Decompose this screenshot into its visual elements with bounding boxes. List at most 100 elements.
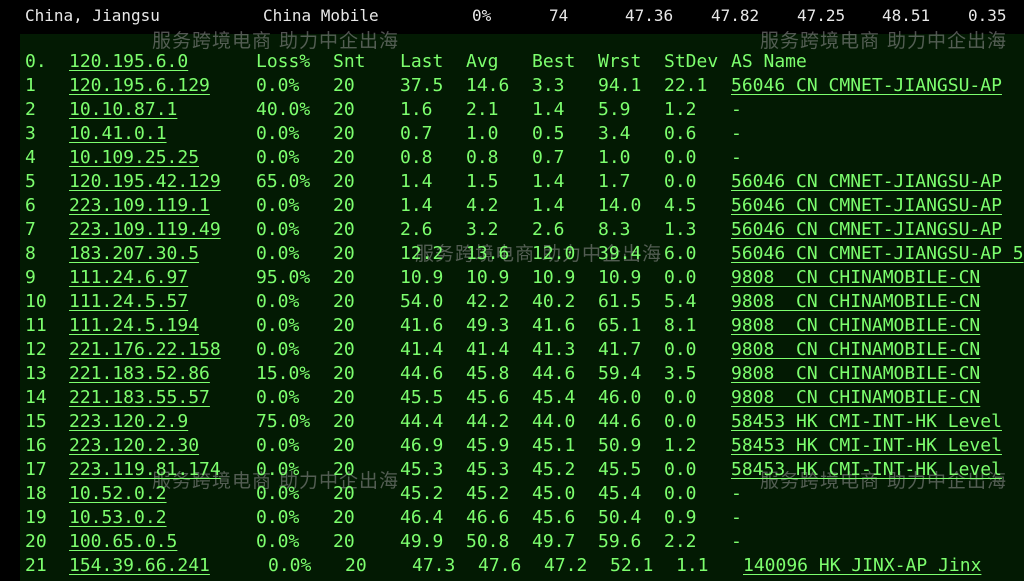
hop-last: 44.4 <box>400 411 444 432</box>
hop-avg: 1.5 <box>466 171 499 192</box>
hop-snt: 20 <box>333 435 355 456</box>
summary-best: 47.25 <box>797 6 846 25</box>
hop-host-link[interactable]: 221.183.55.57 <box>69 386 210 410</box>
hop-host-link[interactable]: 111.24.5.57 <box>69 290 188 314</box>
hop-host-link[interactable]: 120.195.6.129 <box>69 74 210 98</box>
hop-number: 19 <box>25 507 47 528</box>
hop-loss: 95.0% <box>256 267 311 288</box>
hop-host-link[interactable]: 221.183.52.86 <box>69 362 210 386</box>
hop-as-name-link[interactable]: 9808 CN CHINAMOBILE-CN <box>731 290 980 314</box>
hop-wrst: 44.6 <box>598 411 642 432</box>
hop-host-link[interactable]: 111.24.5.194 <box>69 314 199 338</box>
hop-as-name-link[interactable]: 56046 CN CMNET-JIANGSU-AP <box>731 170 1002 194</box>
hop-last: 37.5 <box>400 75 444 96</box>
hop-avg: 45.6 <box>466 387 510 408</box>
hop-as-name-link[interactable]: 9808 CN CHINAMOBILE-CN <box>731 314 980 338</box>
hop-last: 0.7 <box>400 123 433 144</box>
hop-as-name-link[interactable]: 56046 CN CMNET-JIANGSU-AP <box>731 74 1002 98</box>
hop-host-link[interactable]: 10.41.0.1 <box>69 122 167 146</box>
hop-loss: 0.0% <box>256 435 300 456</box>
hop-wrst: 39.4 <box>598 243 642 264</box>
hop-row: 10 111.24.5.57 0.0% 20 54.0 42.2 40.2 61.5 5.4 98… <box>0 290 1024 314</box>
hop-host-link[interactable]: 120.195.42.129 <box>69 170 221 194</box>
hop-wrst: 45.4 <box>598 483 642 504</box>
hop-loss: 0.0% <box>268 555 312 576</box>
hop-avg: 10.9 <box>466 267 510 288</box>
hop-host-link[interactable]: 223.120.2.30 <box>69 434 199 458</box>
hop-number: 5 <box>25 171 36 192</box>
hop-host-link[interactable]: 154.39.66.241 <box>69 554 210 578</box>
hop-host-link[interactable]: 221.176.22.158 <box>69 338 221 362</box>
hop-last: 45.2 <box>400 483 444 504</box>
hop-host-link[interactable]: 223.109.119.1 <box>69 194 210 218</box>
hop-number: 12 <box>25 339 47 360</box>
hop-host-link[interactable]: 223.119.81.174 <box>69 458 221 482</box>
summary-last: 47.36 <box>625 6 674 25</box>
hop-stdev: 0.9 <box>664 507 697 528</box>
hop-best: 12.0 <box>532 243 576 264</box>
hop-loss: 40.0% <box>256 99 311 120</box>
hop-snt: 20 <box>333 195 355 216</box>
column-header-best: Best <box>532 51 576 72</box>
column-header-loss: Loss% <box>256 51 311 72</box>
hop-best: 45.0 <box>532 483 576 504</box>
hop-snt: 20 <box>333 339 355 360</box>
hop-host-link[interactable]: 10.10.87.1 <box>69 98 177 122</box>
hop-snt: 20 <box>333 507 355 528</box>
hop-row: 21 154.39.66.241 0.0% 20 47.3 47.6 47.2 … <box>0 554 1024 578</box>
hop-as-name-link[interactable]: 140096 HK JINX-AP Jinx <box>743 554 981 578</box>
hop-best: 2.6 <box>532 219 565 240</box>
hop-last: 46.9 <box>400 435 444 456</box>
hop-as-name-link[interactable]: 9808 CN CHINAMOBILE-CN <box>731 362 980 386</box>
hop-row: 1 120.195.6.129 0.0% 20 37.5 14.6 3.3 94.1 22.1 5… <box>0 74 1024 98</box>
hop-loss: 0.0% <box>256 387 300 408</box>
hop-row: 14 221.183.55.57 0.0% 20 45.5 45.6 45.4 46.0 0.0… <box>0 386 1024 410</box>
hop-row: 5 120.195.42.129 65.0% 20 1.4 1.5 1.4 1.7 0.0 560… <box>0 170 1024 194</box>
hop-wrst: 5.9 <box>598 99 631 120</box>
hop-number: 2 <box>25 99 36 120</box>
hop-as-name-link[interactable]: 9808 CN CHINAMOBILE-CN <box>731 386 980 410</box>
hop-host-link[interactable]: 183.207.30.5 <box>69 242 199 266</box>
hop-last: 54.0 <box>400 291 444 312</box>
hop-stdev: 2.2 <box>664 531 697 552</box>
hop-number: 11 <box>25 315 47 336</box>
hop-avg: 13.6 <box>466 243 510 264</box>
hop-snt: 20 <box>333 267 355 288</box>
hop-avg: 2.1 <box>466 99 499 120</box>
hop-as-name-link[interactable]: 56046 CN CMNET-JIANGSU-AP 5 <box>731 242 1024 266</box>
hop-host-link[interactable]: 10.53.0.2 <box>69 506 167 530</box>
hop-host-link[interactable]: 223.120.2.9 <box>69 410 188 434</box>
hop-row: 4 10.109.25.25 0.0% 20 0.8 0.8 0.7 1.0 0.0 - <box>0 146 1024 170</box>
hop-host-link[interactable]: 223.109.119.49 <box>69 218 221 242</box>
hop-row: 7 223.109.119.49 0.0% 20 2.6 3.2 2.6 8.3 1.3 5604… <box>0 218 1024 242</box>
hop-as-name-link[interactable]: 56046 CN CMNET-JIANGSU-AP <box>731 218 1002 242</box>
hop-stdev: 0.0 <box>664 147 697 168</box>
hop-wrst: 3.4 <box>598 123 631 144</box>
hop-best: 0.5 <box>532 123 565 144</box>
hop-avg: 46.6 <box>466 507 510 528</box>
hop-row: 6 223.109.119.1 0.0% 20 1.4 4.2 1.4 14.0 4.5 5604… <box>0 194 1024 218</box>
hop-loss: 0.0% <box>256 483 300 504</box>
hop-loss: 0.0% <box>256 339 300 360</box>
hop-host-link[interactable]: 10.52.0.2 <box>69 482 167 506</box>
source-host-link[interactable]: 120.195.6.0 <box>69 50 188 74</box>
hop-snt: 20 <box>333 147 355 168</box>
hop-as-name-link[interactable]: 58453 HK CMI-INT-HK Level <box>731 458 1002 482</box>
hop-as-name-link[interactable]: 9808 CN CHINAMOBILE-CN <box>731 266 980 290</box>
hop-number: 18 <box>25 483 47 504</box>
hop-avg: 1.0 <box>466 123 499 144</box>
hop-last: 49.9 <box>400 531 444 552</box>
hop-host-link[interactable]: 111.24.6.97 <box>69 266 188 290</box>
hop-as-name-link[interactable]: 58453 HK CMI-INT-HK Level <box>731 434 1002 458</box>
hop-host-link[interactable]: 10.109.25.25 <box>69 146 199 170</box>
hop-wrst: 50.4 <box>598 507 642 528</box>
hop-as-name: - <box>731 483 742 504</box>
column-header-last: Last <box>400 51 444 72</box>
hop-last: 1.6 <box>400 99 433 120</box>
hop-as-name-link[interactable]: 58453 HK CMI-INT-HK Level <box>731 410 1002 434</box>
hop-host-link[interactable]: 100.65.0.5 <box>69 530 177 554</box>
hop-number: 3 <box>25 123 36 144</box>
hop-as-name-link[interactable]: 9808 CN CHINAMOBILE-CN <box>731 338 980 362</box>
hop-as-name-link[interactable]: 56046 CN CMNET-JIANGSU-AP <box>731 194 1002 218</box>
hop-row: 3 10.41.0.1 0.0% 20 0.7 1.0 0.5 3.4 0.6 - <box>0 122 1024 146</box>
